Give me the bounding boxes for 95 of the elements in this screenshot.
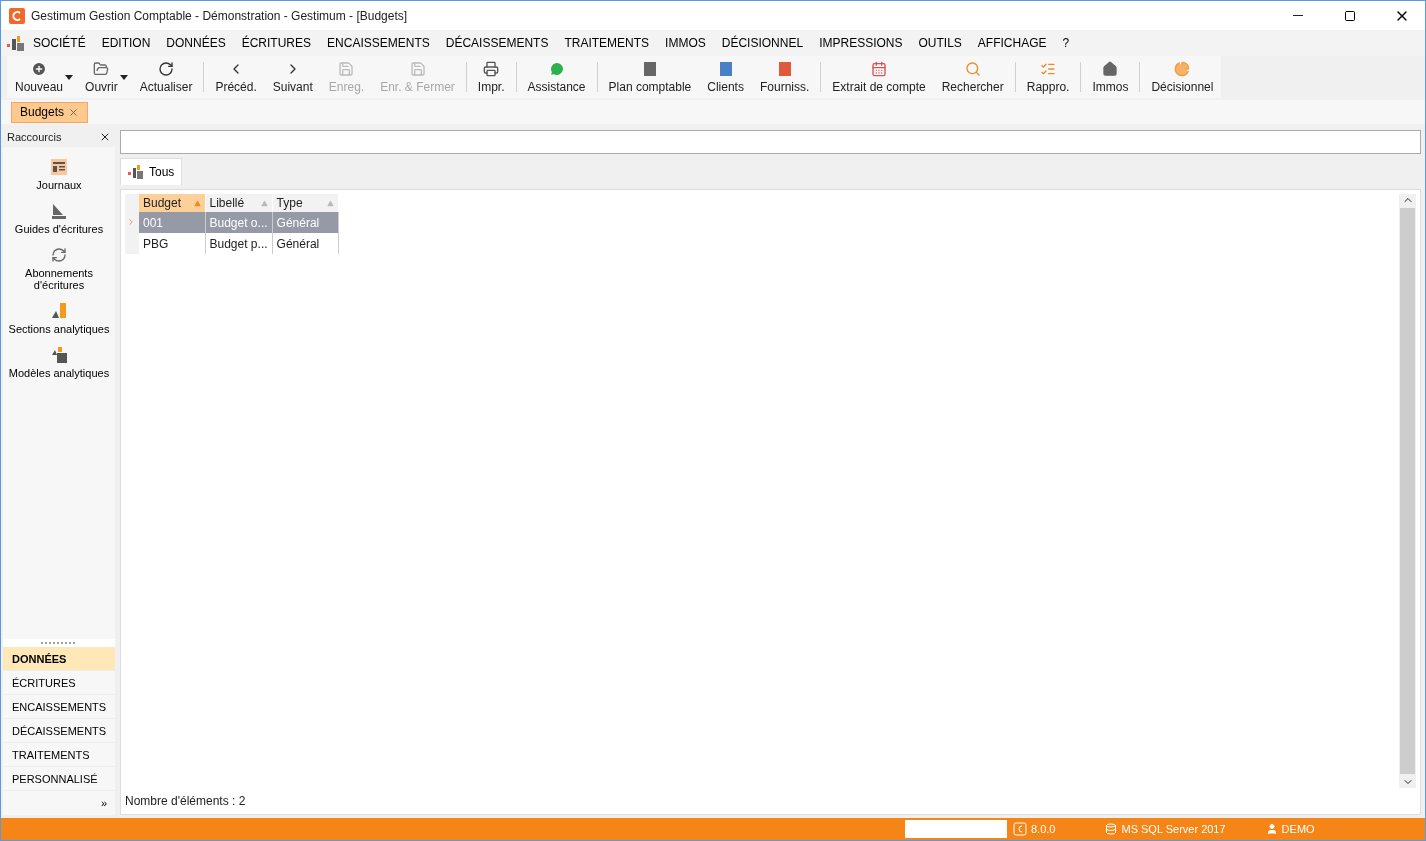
window-title: Gestimum Gestion Comptable - Démonstration - Gestimum - [Budgets] bbox=[31, 8, 409, 23]
menu-item[interactable]: DÉCISIONNEL bbox=[713, 31, 812, 55]
menu-item[interactable]: DONNÉES bbox=[158, 31, 234, 55]
menu-item[interactable]: IMMOS bbox=[657, 31, 714, 55]
list-icon bbox=[51, 159, 67, 175]
menu-item[interactable]: TRAITEMENTS bbox=[556, 31, 658, 55]
app-logo-icon bbox=[1013, 822, 1027, 836]
more-button[interactable]: » bbox=[3, 791, 115, 815]
close-icon[interactable] bbox=[99, 131, 111, 143]
book-icon bbox=[776, 61, 793, 77]
toolbar-button[interactable]: Immos bbox=[1084, 56, 1137, 98]
filter-field[interactable] bbox=[120, 130, 1421, 154]
user-text: DEMO bbox=[1281, 823, 1315, 835]
toolbar-button[interactable]: Nouveau bbox=[7, 56, 72, 98]
book-icon bbox=[641, 61, 658, 77]
dropdown-arrow-icon[interactable] bbox=[119, 74, 128, 80]
menu-item[interactable]: ? bbox=[1054, 31, 1078, 55]
section-button[interactable]: PERSONNALISÉ bbox=[3, 767, 115, 791]
sort-arrow-icon bbox=[193, 199, 201, 207]
table-cell: Budget p... bbox=[205, 233, 273, 254]
folder-icon bbox=[93, 61, 110, 77]
toolbar-button[interactable]: Rappro. bbox=[1018, 56, 1078, 98]
database-icon bbox=[1105, 823, 1118, 835]
ruler-icon bbox=[51, 203, 67, 219]
row-indicator-icon bbox=[126, 216, 136, 227]
document-tab[interactable]: Budgets bbox=[11, 101, 89, 123]
section-button[interactable]: DONNÉES bbox=[3, 647, 115, 671]
toolbar-button[interactable]: Décisionnel bbox=[1143, 56, 1222, 98]
column-header[interactable]: Budget bbox=[139, 194, 205, 212]
table-cell: 001 bbox=[139, 212, 205, 233]
menu-item[interactable]: AFFICHAGE bbox=[969, 31, 1055, 55]
toolbar-button[interactable]: Clients bbox=[699, 56, 752, 98]
status-field[interactable] bbox=[905, 820, 1007, 838]
toolbar-button[interactable]: Extrait de compte bbox=[824, 56, 934, 98]
menu-item[interactable]: DÉCAISSEMENTS bbox=[437, 31, 557, 55]
chat-bubble-icon bbox=[548, 61, 565, 77]
toolbar-button[interactable]: Fourniss. bbox=[751, 56, 818, 98]
server-text: MS SQL Server 2017 bbox=[1121, 823, 1226, 835]
add-icon bbox=[31, 61, 47, 77]
save-icon bbox=[409, 61, 426, 77]
shortcut-item[interactable]: Journaux bbox=[3, 159, 115, 191]
toolbar-button[interactable]: Suivant bbox=[264, 56, 321, 98]
shortcut-item[interactable]: Sections analytiques bbox=[3, 303, 115, 335]
checklist-icon bbox=[1040, 61, 1057, 77]
chart-icon bbox=[128, 165, 144, 179]
maximize-icon bbox=[1344, 9, 1356, 22]
printer-icon bbox=[483, 61, 500, 77]
menu-item[interactable]: OUTILS bbox=[910, 31, 970, 55]
chart-icon bbox=[51, 347, 67, 363]
section-button[interactable]: ÉCRITURES bbox=[3, 671, 115, 695]
menu-item[interactable]: IMPRESSIONS bbox=[811, 31, 911, 55]
version-text: 8.0.0 bbox=[1031, 823, 1056, 835]
shortcut-item[interactable]: Guides d'écritures bbox=[3, 203, 115, 235]
panel-title: Raccourcis bbox=[7, 131, 62, 143]
item-count: Nombre d'éléments : 2 bbox=[125, 793, 247, 808]
dropdown-arrow-icon[interactable] bbox=[65, 74, 74, 80]
minimize-icon bbox=[1293, 15, 1303, 16]
refresh-icon bbox=[158, 61, 175, 77]
menu-item[interactable]: SOCIÉTÉ bbox=[25, 31, 94, 55]
chart-icon bbox=[51, 303, 67, 319]
pie-chart-icon bbox=[1174, 61, 1191, 77]
toolbar-button[interactable]: Précéd. bbox=[207, 56, 265, 98]
app-icon bbox=[7, 35, 25, 51]
search-icon bbox=[964, 61, 981, 77]
shortcut-item[interactable]: Modèles analytiques bbox=[3, 347, 115, 379]
menu-item[interactable]: EDITION bbox=[93, 31, 159, 55]
column-header[interactable]: Type bbox=[272, 194, 339, 212]
toolbar-button[interactable]: Ouvrir bbox=[77, 56, 126, 98]
section-button[interactable]: ENCAISSEMENTS bbox=[3, 695, 115, 719]
menu-item[interactable]: ENCAISSEMENTS bbox=[319, 31, 438, 55]
table-cell: Général bbox=[272, 233, 339, 254]
user-icon bbox=[1265, 823, 1278, 835]
book-icon bbox=[717, 61, 734, 77]
sort-arrow-icon bbox=[260, 199, 268, 207]
menu-item[interactable]: ÉCRITURES bbox=[233, 31, 320, 55]
column-header[interactable]: Libellé bbox=[205, 194, 273, 212]
calendar-icon bbox=[871, 61, 887, 77]
toolbar-button[interactable]: Impr. bbox=[469, 56, 513, 98]
table-cell: PBG bbox=[139, 233, 205, 254]
toolbar-button[interactable]: Plan comptable bbox=[600, 56, 700, 98]
house-icon bbox=[1102, 61, 1119, 77]
save-icon bbox=[338, 61, 355, 77]
view-tab[interactable]: Tous bbox=[120, 158, 183, 185]
table-cell: Général bbox=[272, 212, 339, 233]
scrollbar[interactable] bbox=[1399, 194, 1416, 788]
toolbar-button[interactable]: Assistance bbox=[519, 56, 594, 98]
table-cell: Budget o... bbox=[205, 212, 273, 233]
sort-arrow-icon bbox=[326, 199, 334, 207]
toolbar-button[interactable]: Actualiser bbox=[131, 56, 201, 98]
app-logo-icon bbox=[9, 7, 25, 24]
section-button[interactable]: DÉCAISSEMENTS bbox=[3, 719, 115, 743]
shortcut-item[interactable]: Abonnements d'écritures bbox=[3, 247, 115, 291]
toolbar-button[interactable]: Rechercher bbox=[933, 56, 1012, 98]
section-button[interactable]: TRAITEMENTS bbox=[3, 743, 115, 767]
refresh-icon bbox=[51, 247, 67, 263]
